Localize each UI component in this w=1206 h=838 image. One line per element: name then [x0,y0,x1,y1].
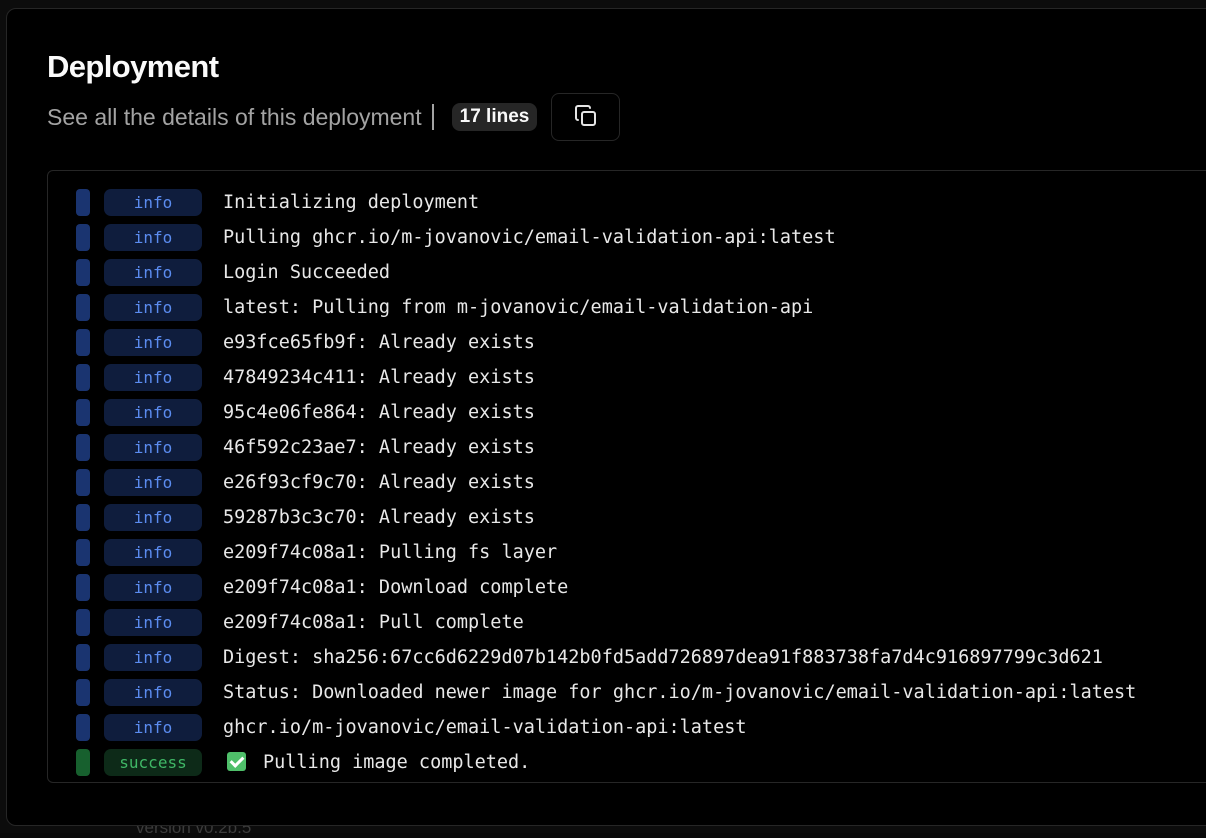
log-level-badge: info [104,504,202,531]
log-level-indicator [76,679,90,706]
log-message-text: Pulling image completed. [263,752,530,773]
log-level-indicator [76,259,90,286]
dialog-subtitle-row: See all the details of this deployment 1… [47,93,620,141]
log-row: info latest: Pulling from m-jovanovic/ema… [48,294,1206,321]
log-message-text: 95c4e06fe864: Already exists [223,402,535,423]
log-message-text: Pulling ghcr.io/m-jovanovic/email-valida… [223,227,836,248]
log-row: info e209f74c08a1: Pull complete [48,609,1206,636]
log-level-indicator [76,224,90,251]
log-message: e209f74c08a1: Pull complete [223,609,524,636]
log-row: info 46f592c23ae7: Already exists [48,434,1206,461]
log-level-badge: info [104,539,202,566]
log-message-text: 46f592c23ae7: Already exists [223,437,535,458]
log-row: info Initializing deployment [48,189,1206,216]
log-level-badge: info [104,679,202,706]
log-level-indicator [76,504,90,531]
log-level-badge: info [104,259,202,286]
line-count-badge: 17 lines [452,103,538,131]
deployment-dialog: Deployment See all the details of this d… [6,8,1206,826]
dialog-subtitle: See all the details of this deployment [47,104,422,131]
log-row: info e209f74c08a1: Download complete [48,574,1206,601]
log-row: info Pulling ghcr.io/m-jovanovic/email-va… [48,224,1206,251]
log-message: Login Succeeded [223,259,390,286]
log-message: ghcr.io/m-jovanovic/email-validation-api… [223,714,746,741]
log-message-text: e209f74c08a1: Download complete [223,577,568,598]
log-row: info e93fce65fb9f: Already exists [48,329,1206,356]
log-level-badge: info [104,714,202,741]
log-row: success Pulling image completed. [48,749,1206,776]
log-level-badge: info [104,469,202,496]
log-level-indicator [76,574,90,601]
log-message: 47849234c411: Already exists [223,364,535,391]
log-message-text: ghcr.io/m-jovanovic/email-validation-api… [223,717,746,738]
log-message: Status: Downloaded newer image for ghcr.… [223,679,1136,706]
log-message-text: e93fce65fb9f: Already exists [223,332,535,353]
log-level-indicator [76,749,90,776]
log-message-text: 47849234c411: Already exists [223,367,535,388]
subtitle-divider [432,104,434,130]
log-level-badge: info [104,364,202,391]
log-message-text: e209f74c08a1: Pull complete [223,612,524,633]
log-level-indicator [76,714,90,741]
log-level-indicator [76,644,90,671]
log-message-text: Initializing deployment [223,192,479,213]
log-message-text: latest: Pulling from m-jovanovic/email-v… [223,297,813,318]
log-row: info Login Succeeded [48,259,1206,286]
log-message: Pulling image completed. [223,749,530,776]
log-message: e209f74c08a1: Download complete [223,574,568,601]
log-level-badge: success [104,749,202,776]
log-message-text: Digest: sha256:67cc6d6229d07b142b0fd5add… [223,647,1103,668]
log-level-indicator [76,469,90,496]
log-row: info e209f74c08a1: Pulling fs layer [48,539,1206,566]
copy-logs-button[interactable] [551,93,620,141]
log-level-badge: info [104,329,202,356]
log-row: info Status: Downloaded newer image for g… [48,679,1206,706]
log-message: latest: Pulling from m-jovanovic/email-v… [223,294,813,321]
log-level-indicator [76,294,90,321]
log-row: info 59287b3c3c70: Already exists [48,504,1206,531]
log-message-text: Login Succeeded [223,262,390,283]
copy-icon [574,104,598,131]
check-icon [227,752,246,771]
log-row: info 95c4e06fe864: Already exists [48,399,1206,426]
log-row: info 47849234c411: Already exists [48,364,1206,391]
log-row: info Digest: sha256:67cc6d6229d07b142b0fd… [48,644,1206,671]
log-message-text: e209f74c08a1: Pulling fs layer [223,542,557,563]
log-message: 59287b3c3c70: Already exists [223,504,535,531]
log-message: Pulling ghcr.io/m-jovanovic/email-valida… [223,224,836,251]
log-message: e209f74c08a1: Pulling fs layer [223,539,557,566]
log-level-badge: info [104,189,202,216]
log-level-badge: info [104,644,202,671]
log-message: Digest: sha256:67cc6d6229d07b142b0fd5add… [223,644,1103,671]
log-level-indicator [76,189,90,216]
log-level-indicator [76,434,90,461]
log-row: info e26f93cf9c70: Already exists [48,469,1206,496]
log-message-text: 59287b3c3c70: Already exists [223,507,535,528]
log-message: e26f93cf9c70: Already exists [223,469,535,496]
log-level-indicator [76,364,90,391]
log-level-indicator [76,539,90,566]
log-message: 46f592c23ae7: Already exists [223,434,535,461]
log-panel[interactable]: info Initializing deployment info Pulling g… [47,170,1206,783]
log-level-indicator [76,609,90,636]
log-message: 95c4e06fe864: Already exists [223,399,535,426]
log-row: info ghcr.io/m-jovanovic/email-validation… [48,714,1206,741]
log-message-text: Status: Downloaded newer image for ghcr.… [223,682,1136,703]
log-level-indicator [76,329,90,356]
log-level-badge: info [104,574,202,601]
log-level-badge: info [104,224,202,251]
log-level-badge: info [104,434,202,461]
log-level-badge: info [104,609,202,636]
log-message-text: e26f93cf9c70: Already exists [223,472,535,493]
log-message: e93fce65fb9f: Already exists [223,329,535,356]
log-level-badge: info [104,399,202,426]
log-level-indicator [76,399,90,426]
log-message: Initializing deployment [223,189,479,216]
log-level-badge: info [104,294,202,321]
dialog-title: Deployment [47,49,218,85]
